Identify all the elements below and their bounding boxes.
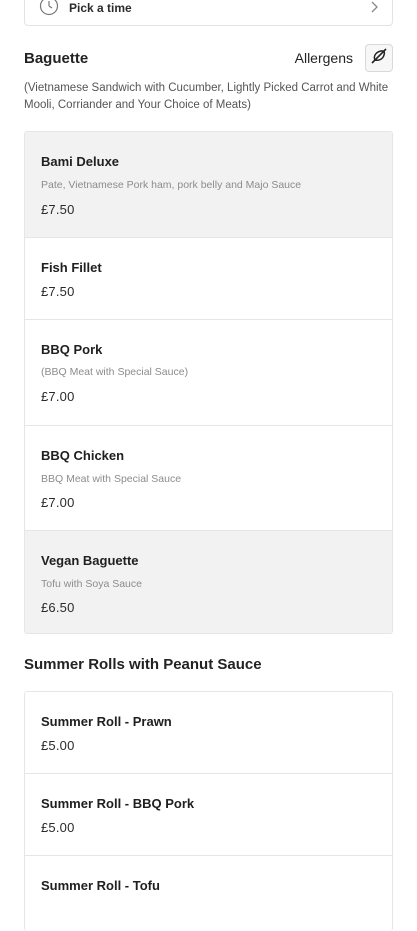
item-description: BBQ Meat with Special Sauce <box>41 473 182 485</box>
menu-item-vegan-baguette[interactable]: Vegan Baguette Tofu with Soya Sauce £6.5… <box>25 531 392 633</box>
item-price: £7.50 <box>41 202 75 217</box>
item-name: BBQ Chicken <box>41 448 125 463</box>
item-price: £7.00 <box>41 495 75 510</box>
menu-item-bami-deluxe[interactable]: Bami Deluxe Pate, Vietnamese Pork ham, p… <box>25 132 392 238</box>
item-name: BBQ Pork <box>41 342 103 357</box>
allergens-label[interactable]: Allergens <box>295 50 353 66</box>
item-description: Tofu with Soya Sauce <box>41 578 142 590</box>
item-name: Summer Roll - Prawn <box>41 714 172 729</box>
menu-item-summer-roll-prawn[interactable]: Summer Roll - Prawn £5.00 <box>25 692 392 774</box>
chevron-right-icon <box>368 0 380 13</box>
baguette-section-header: Baguette Allergens <box>24 44 393 72</box>
item-price: £7.50 <box>41 284 75 299</box>
menu-item-bbq-pork[interactable]: BBQ Pork (BBQ Meat with Special Sauce) £… <box>25 320 392 426</box>
item-description: (BBQ Meat with Special Sauce) <box>41 366 189 378</box>
allergen-icon <box>369 46 389 71</box>
allergens-button[interactable] <box>365 44 393 72</box>
item-description: Pate, Vietnamese Pork ham, pork belly an… <box>41 179 302 191</box>
pick-time-label: Pick a time <box>69 1 132 15</box>
summer-rolls-menu-list: Summer Roll - Prawn £5.00 Summer Roll - … <box>24 691 393 931</box>
section-title: Summer Rolls with Peanut Sauce <box>24 656 262 673</box>
item-price: £5.00 <box>41 820 75 835</box>
section-title: Baguette <box>24 49 89 67</box>
section-description: (Vietnamese Sandwich with Cucumber, Ligh… <box>24 82 389 111</box>
item-name: Summer Roll - Tofu <box>41 878 160 893</box>
item-price: £7.00 <box>41 389 75 404</box>
item-name: Vegan Baguette <box>41 553 139 568</box>
menu-item-summer-roll-bbq-pork[interactable]: Summer Roll - BBQ Pork £5.00 <box>25 774 392 856</box>
summer-rolls-section-header: Summer Rolls with Peanut Sauce <box>24 656 393 673</box>
item-name: Bami Deluxe <box>41 154 120 169</box>
item-name: Summer Roll - BBQ Pork <box>41 796 195 811</box>
menu-item-fish-fillet[interactable]: Fish Fillet £7.50 <box>25 238 392 320</box>
baguette-menu-list: Bami Deluxe Pate, Vietnamese Pork ham, p… <box>24 131 393 634</box>
item-name: Fish Fillet <box>41 260 102 275</box>
item-price: £6.50 <box>41 600 75 615</box>
item-price: £5.00 <box>41 738 75 753</box>
menu-item-bbq-chicken[interactable]: BBQ Chicken BBQ Meat with Special Sauce … <box>25 426 392 531</box>
clock-icon <box>39 0 59 16</box>
menu-item-summer-roll-tofu[interactable]: Summer Roll - Tofu <box>25 856 392 931</box>
pick-time-button[interactable]: Pick a time <box>24 0 393 26</box>
